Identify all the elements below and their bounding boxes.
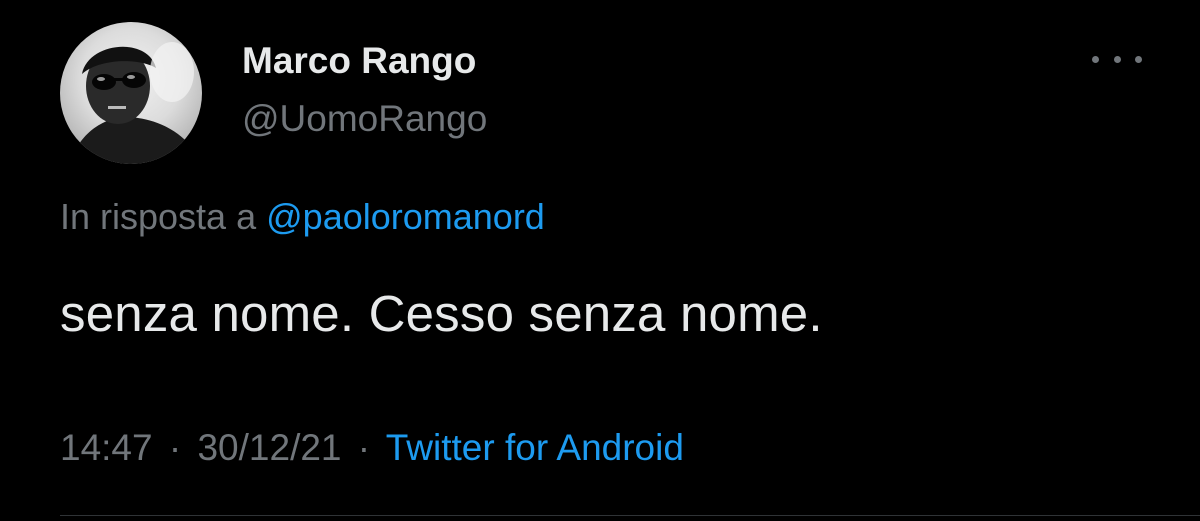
tweet-date[interactable]: 30/12/21 xyxy=(197,427,341,468)
tweet-source-link[interactable]: Twitter for Android xyxy=(386,427,684,468)
reply-prefix: In risposta a xyxy=(60,196,257,237)
more-options-button[interactable] xyxy=(1092,44,1142,74)
tweet-detail: Marco Rango @UomoRango In risposta a @pa… xyxy=(0,0,1200,521)
author-handle[interactable]: @UomoRango xyxy=(242,98,487,140)
divider xyxy=(60,515,1200,516)
meta-separator: · xyxy=(357,427,371,468)
author-display-name[interactable]: Marco Rango xyxy=(242,40,476,82)
avatar[interactable] xyxy=(60,22,202,164)
reply-context: In risposta a @paoloromanord xyxy=(60,196,545,238)
more-horizontal-icon xyxy=(1135,55,1142,63)
tweet-time[interactable]: 14:47 xyxy=(60,427,153,468)
more-horizontal-icon xyxy=(1092,55,1099,63)
meta-separator: · xyxy=(168,427,182,468)
more-horizontal-icon xyxy=(1113,55,1121,63)
tweet-metadata: 14:47 · 30/12/21 · Twitter for Android xyxy=(60,427,684,469)
avatar-photo xyxy=(70,42,202,164)
tweet-text: senza nome. Cesso senza nome. xyxy=(60,285,823,342)
reply-to-mention-link[interactable]: @paoloromanord xyxy=(266,196,545,237)
